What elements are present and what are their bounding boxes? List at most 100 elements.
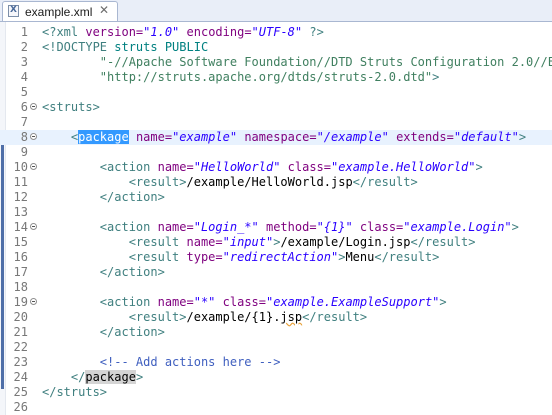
code-token: <action [42,160,158,174]
code-line[interactable]: 5 [0,85,552,100]
code-token: "*" [193,295,216,309]
fold-toggle-icon[interactable] [30,163,37,170]
code-line[interactable]: 10 <action name="HelloWorld" class="exam… [0,160,552,175]
code-line[interactable]: 15 <result name="input">/example/Login.j… [0,235,552,250]
code-token: version= [85,25,144,39]
line-number: 14 [13,220,28,234]
code-token: jsp [280,310,303,324]
code-line[interactable]: 3 "-//Apache Software Foundation//DTD St… [0,55,552,70]
code-line[interactable]: 4 "http://struts.apache.org/dtds/struts-… [0,70,552,85]
line-number: 5 [20,85,28,99]
code-line[interactable]: 18 [0,280,552,295]
code-text: "http://struts.apache.org/dtds/struts-2.… [42,70,440,85]
code-editor[interactable]: 1 <?xml version="1.0" encoding="UTF-8" ?>… [0,22,552,415]
code-token: "example.ExampleSupport" [266,295,440,309]
code-line[interactable]: 25 </struts> [0,385,552,400]
line-number: 10 [13,160,28,174]
line-number: 24 [13,370,28,384]
code-line[interactable]: 20 <result>/example/{1}.jsp</result> [0,310,552,325]
code-token: <result> [42,310,187,324]
code-line[interactable]: 24 </package> [0,370,552,385]
code-line[interactable]: 16 <result type="redirectAction">Menu</r… [0,250,552,265]
line-number: 18 [13,280,28,294]
code-line[interactable]: 2 <!DOCTYPE struts PUBLIC [0,40,552,55]
line-number: 11 [13,175,28,189]
fold-toggle-icon[interactable] [30,223,37,230]
line-number: 7 [20,115,28,129]
line-number: 21 [13,325,28,339]
code-line[interactable]: 1 <?xml version="1.0" encoding="UTF-8" ?> [0,25,552,40]
code-line[interactable]: 19 <action name="*" class="example.Examp… [0,295,552,310]
code-text: </action> [42,190,165,205]
line-number: 8 [20,130,28,144]
code-line[interactable]: 21 </action> [0,325,552,340]
code-token: <struts> [42,100,100,114]
fold-toggle-icon[interactable] [30,298,37,305]
line-number: 26 [13,400,28,414]
code-line[interactable]: 26 [0,400,552,415]
code-line[interactable]: 17 </action> [0,265,552,280]
line-number: 2 [20,40,28,54]
code-line[interactable]: 9 [0,145,552,160]
code-text: <!-- Add actions here --> [42,355,281,370]
code-token: ?> [302,25,324,39]
code-token: method= [265,220,317,234]
code-line[interactable]: 14 <action name="Login_*" method="{1}" c… [0,220,552,235]
code-token: > [511,220,519,234]
tab-example-xml[interactable]: X example.xml ✕ [2,1,118,21]
code-line[interactable]: 13 [0,205,552,220]
line-number: 6 [20,100,28,114]
code-token: extends= [396,130,454,144]
line-number: 23 [13,355,28,369]
code-text: </struts> [42,385,107,400]
fold-toggle-icon[interactable] [30,103,37,110]
tab-title: example.xml [25,5,93,19]
code-token: </ [42,370,86,384]
code-token: <!-- Add actions here --> [99,355,281,369]
code-line[interactable]: 11 <result>/example/HelloWorld.jsp</resu… [0,175,552,190]
code-text: <result type="redirectAction">Menu</resu… [42,250,440,265]
code-text: </action> [42,325,165,340]
line-number: 1 [20,25,28,39]
code-line[interactable]: 22 [0,340,552,355]
code-line[interactable]: 8 <package name="example" namespace="/ex… [0,130,552,145]
code-token: </action> [42,325,165,339]
line-number: 3 [20,55,28,69]
close-icon[interactable]: ✕ [99,3,109,17]
code-line[interactable]: 23 <!-- Add actions here --> [0,355,552,370]
code-token: </result> [352,175,418,189]
code-token: <result [42,250,187,264]
code-token: "{1}" [316,220,353,234]
code-line[interactable]: 7 [0,115,552,130]
code-text: <action name="HelloWorld" class="example… [42,160,483,175]
code-line[interactable]: 6 <struts> [0,100,552,115]
code-token: "1.0" [143,25,180,39]
fold-toggle-icon[interactable] [30,133,37,140]
code-token: <result> [42,175,187,189]
code-token: class= [359,220,404,234]
code-token: > [135,370,144,384]
code-token: <action [42,295,158,309]
line-number: 20 [13,310,28,324]
code-line[interactable]: 12 </action> [0,190,552,205]
line-number: 4 [20,70,28,84]
code-text: <result>/example/HelloWorld.jsp</result> [42,175,418,190]
code-token: name= [157,295,194,309]
code-text: <action name="*" class="example.ExampleS… [42,295,447,310]
code-token: "HelloWorld" [193,160,281,174]
code-token: class= [222,295,266,309]
code-token: "input" [222,235,274,249]
code-token: > [439,295,447,309]
code-token: </result> [410,235,476,249]
code-token: "/example" [316,130,389,144]
code-token: < [42,130,79,144]
line-number: 17 [13,265,28,279]
